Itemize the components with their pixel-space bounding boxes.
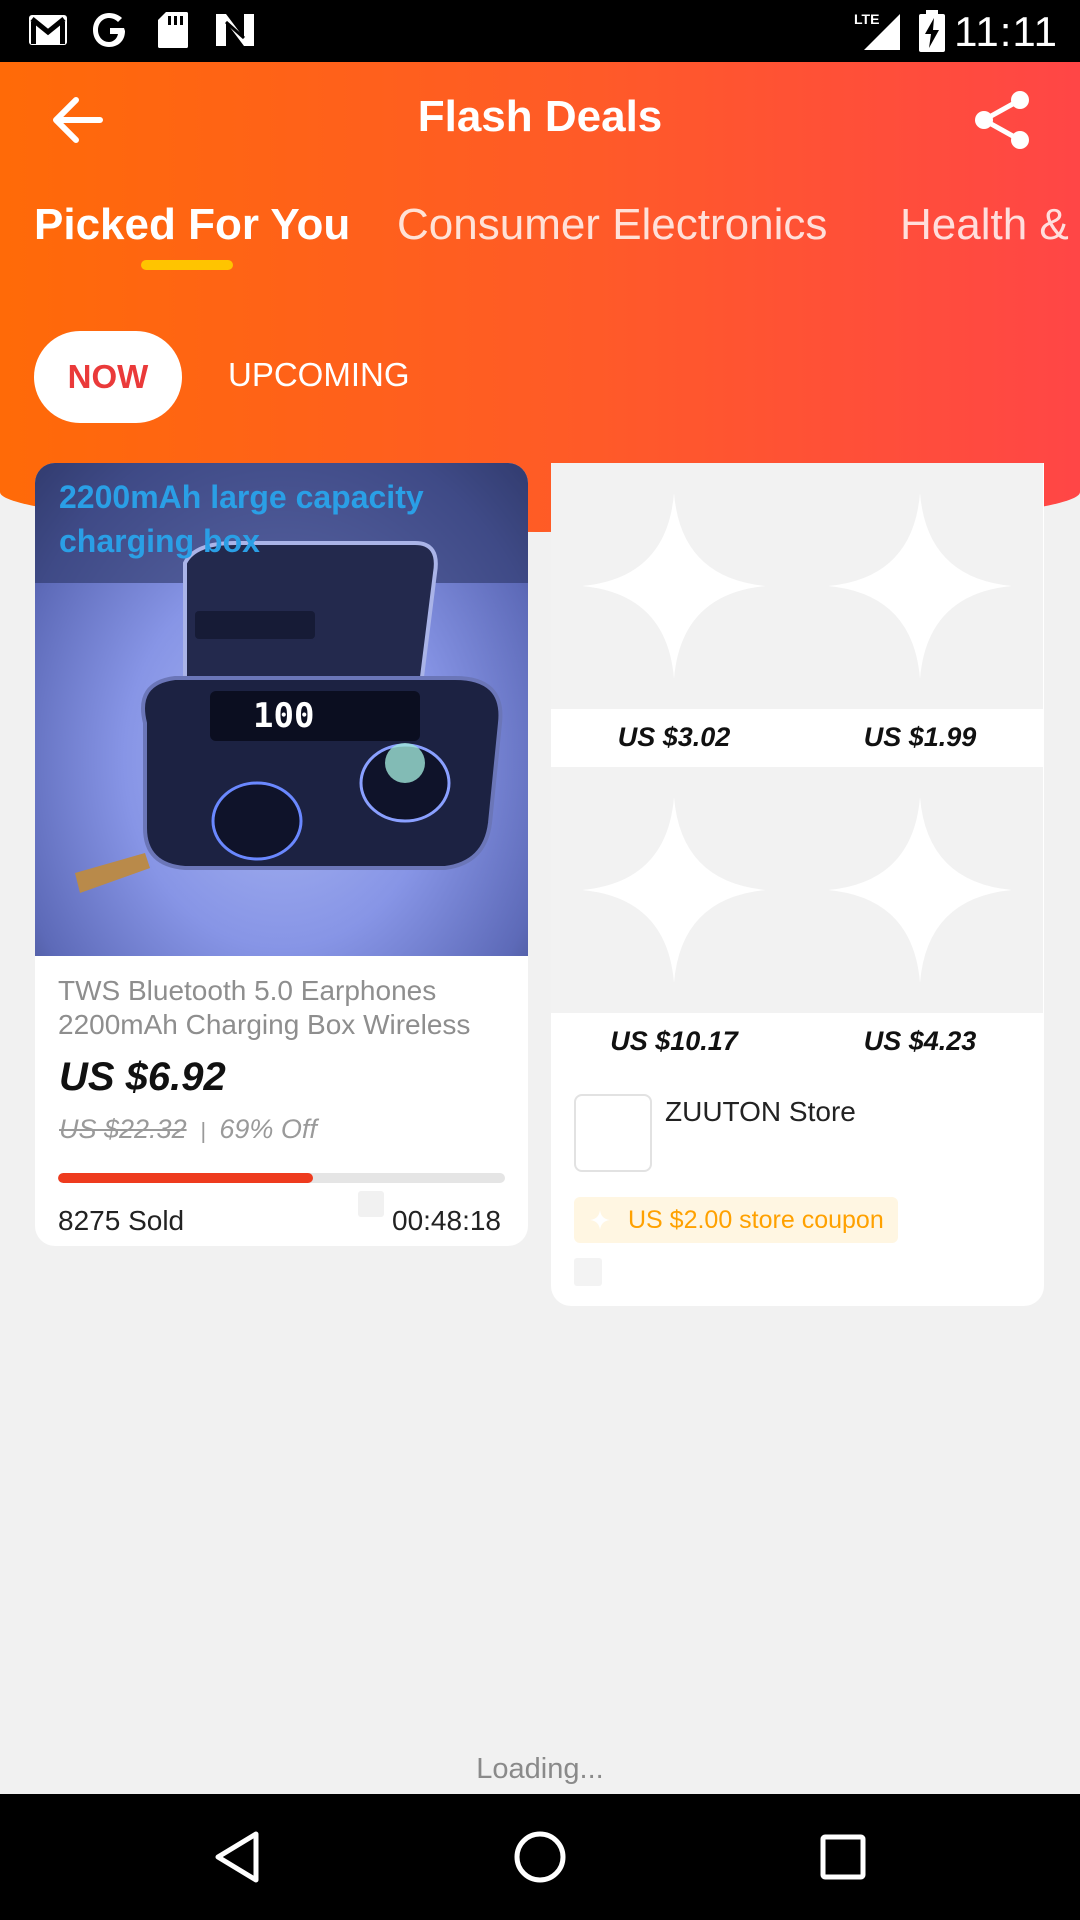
placeholder-sparkle-icon <box>582 797 766 983</box>
placeholder-sparkle-icon <box>582 493 766 679</box>
tab-picked-for-you[interactable]: Picked For You <box>34 200 350 250</box>
store-name[interactable]: ZUUTON Store <box>665 1096 856 1128</box>
share-icon[interactable] <box>970 88 1034 152</box>
countdown-timer: 00:48:18 <box>392 1205 501 1236</box>
sold-count: 8275 Sold <box>58 1205 185 1236</box>
tab-consumer-electronics[interactable]: Consumer Electronics <box>397 200 827 250</box>
back-triangle-icon[interactable] <box>204 1822 274 1892</box>
placeholder-icon <box>574 1258 602 1286</box>
store-product-price-1: US $3.02 <box>617 722 731 752</box>
lte-signal-icon: LTE <box>854 11 900 50</box>
product-card[interactable]: 100 2200mAh large capacity charging box … <box>35 463 528 1246</box>
store-product-price-3: US $10.17 <box>610 1026 738 1056</box>
placeholder-sparkle-icon <box>828 493 1012 679</box>
price-separator: | <box>200 1118 206 1143</box>
store-coupon[interactable]: US $2.00 store coupon <box>574 1197 898 1243</box>
status-time: 11:11 <box>954 8 1058 55</box>
store-product-image-1[interactable] <box>551 463 797 709</box>
discount-label: 69% Off <box>219 1114 317 1144</box>
tab-health[interactable]: Health & <box>900 200 1069 250</box>
sd-card-icon <box>158 12 188 48</box>
segment-now-button[interactable]: NOW <box>34 331 182 423</box>
svg-text:100: 100 <box>253 696 314 736</box>
battery-charging-icon <box>919 10 945 52</box>
original-price: US $22.32 <box>59 1114 187 1144</box>
active-tab-indicator <box>141 260 233 270</box>
original-price-row: US $22.32 | 69% Off <box>59 1114 317 1145</box>
product-image[interactable]: 100 2200mAh large capacity charging box <box>35 463 528 956</box>
product-title[interactable]: TWS Bluetooth 5.0 Earphones 2200mAh Char… <box>58 974 508 1042</box>
system-nav-bar <box>0 1794 1080 1920</box>
store-product-price-2: US $1.99 <box>863 722 977 752</box>
store-card[interactable]: US $3.02 US $1.99 US $10.17 US $4.23 ZUU… <box>551 463 1044 1306</box>
placeholder-sparkle-icon <box>828 797 1012 983</box>
coupon-sparkle-icon <box>590 1210 610 1230</box>
gmail-icon <box>29 15 67 45</box>
sold-progress-fill <box>58 1173 313 1183</box>
page-title: Flash Deals <box>417 92 663 141</box>
home-circle-icon[interactable] <box>505 1822 575 1892</box>
product-price: US $6.92 <box>59 1055 226 1099</box>
segment-upcoming-button[interactable]: UPCOMING <box>228 356 410 394</box>
store-avatar[interactable] <box>574 1094 652 1172</box>
store-product-image-3[interactable] <box>551 767 797 1013</box>
loading-text: Loading... <box>476 1753 604 1785</box>
store-product-image-4[interactable] <box>797 767 1043 1013</box>
top-app-bar: Flash Deals <box>0 62 1080 178</box>
n-icon <box>216 14 254 46</box>
clock-icon <box>358 1191 384 1217</box>
status-bar: LTE 11:11 <box>0 0 1080 62</box>
image-caption: 2200mAh large capacity charging box <box>59 479 424 559</box>
google-icon <box>93 13 125 47</box>
sold-progress-bar <box>58 1173 505 1183</box>
coupon-label: US $2.00 store coupon <box>628 1206 884 1234</box>
category-tabs: Picked For You Consumer Electronics Heal… <box>0 190 1080 280</box>
store-product-image-2[interactable] <box>797 463 1043 709</box>
svg-text:LTE: LTE <box>854 11 879 27</box>
recents-square-icon[interactable] <box>808 1822 878 1892</box>
store-product-price-4: US $4.23 <box>863 1026 977 1056</box>
